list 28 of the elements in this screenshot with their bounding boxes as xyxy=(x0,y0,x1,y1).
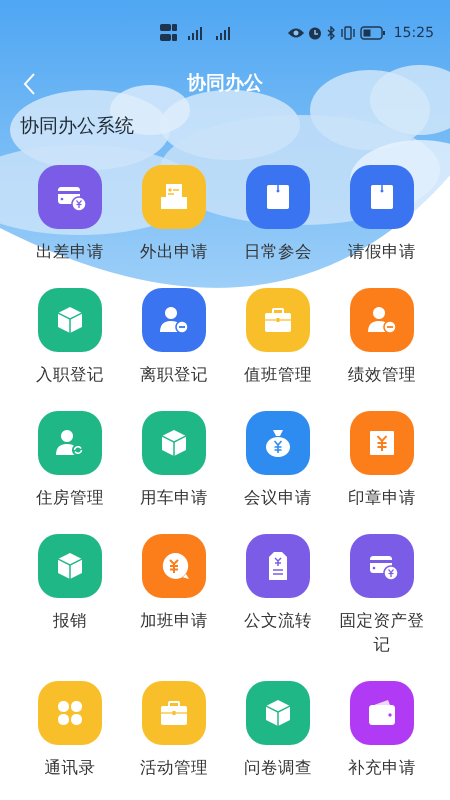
hd-icon xyxy=(160,23,178,43)
app-tile[interactable]: 出差申请 xyxy=(18,164,122,264)
app-tile[interactable]: 会议申请 xyxy=(226,410,330,510)
battery-icon xyxy=(360,26,386,40)
app-tile[interactable]: 公文流转 xyxy=(226,534,330,656)
app-tile[interactable]: 印章申请 xyxy=(330,410,434,510)
app-tile[interactable]: 问卷调查 xyxy=(226,680,330,780)
app-tile[interactable]: 值班管理 xyxy=(226,288,330,386)
alarm-icon xyxy=(308,26,322,40)
app-tile[interactable]: 用车申请 xyxy=(122,410,226,510)
bluetooth-icon xyxy=(326,26,336,40)
page-title: 协同办公 xyxy=(187,70,263,96)
app-tile[interactable]: 绩效管理 xyxy=(330,288,434,386)
app-tile[interactable]: 加班申请 xyxy=(122,534,226,656)
app-tile[interactable]: 报销 xyxy=(18,534,122,656)
app-tile[interactable]: 固定资产登记 xyxy=(330,534,434,656)
app-tile[interactable]: 住房管理 xyxy=(18,410,122,510)
app-tile[interactable]: 补充申请 xyxy=(330,680,434,780)
eye-icon xyxy=(288,27,304,39)
app-tile[interactable]: 活动管理 xyxy=(122,680,226,780)
app-tile[interactable]: 离职登记 xyxy=(122,288,226,386)
clock-time: 15:25 xyxy=(394,24,434,42)
vibrate-icon xyxy=(340,26,356,40)
app-tile[interactable]: 外出申请 xyxy=(122,164,226,264)
app-tile[interactable]: 日常参会 xyxy=(226,164,330,264)
app-tile[interactable]: 通讯录 xyxy=(18,680,122,780)
section-title: 协同办公系统 xyxy=(20,114,135,139)
app-tile[interactable]: 入职登记 xyxy=(18,288,122,386)
